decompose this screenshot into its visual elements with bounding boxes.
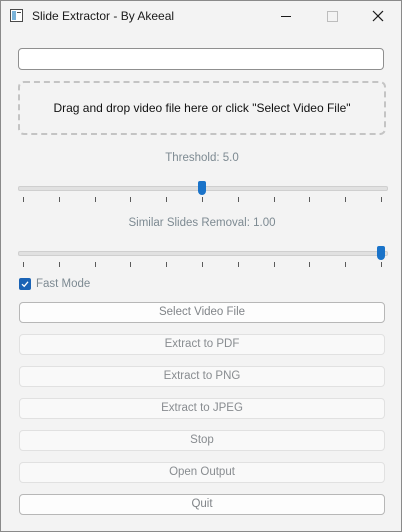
select-video-button[interactable]: Select Video File — [19, 302, 385, 323]
slider-track — [18, 251, 388, 256]
fast-mode-checkbox[interactable] — [19, 278, 31, 290]
similar-slides-label: Similar Slides Removal: 1.00 — [128, 217, 276, 229]
slider-tick — [274, 262, 275, 267]
minimize-icon — [281, 16, 291, 17]
video-path-input[interactable] — [18, 48, 384, 70]
slider-ticks — [18, 262, 386, 268]
title-bar[interactable]: Slide Extractor - By Akeeal — [1, 1, 401, 32]
slider-tick — [381, 262, 382, 267]
fast-mode-option[interactable]: Fast Mode — [19, 277, 90, 291]
slider-ticks — [18, 197, 386, 203]
stop-button[interactable]: Stop — [19, 430, 385, 451]
checkmark-icon — [21, 281, 29, 288]
app-window: Slide Extractor - By Akeeal Drag and dro… — [0, 0, 402, 532]
similar-slides-slider[interactable] — [18, 246, 388, 276]
slider-tick — [95, 197, 96, 202]
quit-button[interactable]: Quit — [19, 494, 385, 515]
maximize-icon — [327, 11, 338, 22]
threshold-label: Threshold: 5.0 — [165, 152, 239, 164]
slider-tick — [23, 262, 24, 267]
slider-tick — [309, 262, 310, 267]
slider-tick — [238, 197, 239, 202]
drop-zone-text: Drag and drop video file here or click "… — [53, 101, 351, 115]
extract-png-button[interactable]: Extract to PNG — [19, 366, 385, 387]
fast-mode-label: Fast Mode — [36, 278, 91, 290]
slider-tick — [309, 197, 310, 202]
slider-tick — [166, 197, 167, 202]
slider-tick — [202, 262, 203, 267]
slider-tick — [238, 262, 239, 267]
slider-tick — [166, 262, 167, 267]
slider-tick — [381, 197, 382, 202]
slider-tick — [130, 197, 131, 202]
open-output-button[interactable]: Open Output — [19, 462, 385, 483]
slider-tick — [95, 262, 96, 267]
slider-tick — [130, 262, 131, 267]
slider-handle[interactable] — [377, 246, 385, 260]
app-window-icon — [10, 9, 23, 22]
slider-tick — [345, 262, 346, 267]
drop-zone[interactable]: Drag and drop video file here or click "… — [18, 81, 386, 135]
window-title: Slide Extractor - By Akeeal — [32, 9, 175, 23]
extract-pdf-button[interactable]: Extract to PDF — [19, 334, 385, 355]
close-icon — [372, 10, 384, 22]
slider-tick — [202, 197, 203, 202]
slider-tick — [345, 197, 346, 202]
close-button[interactable] — [355, 1, 401, 32]
maximize-button[interactable] — [309, 1, 355, 32]
slider-tick — [274, 197, 275, 202]
threshold-slider[interactable] — [18, 181, 388, 211]
slider-tick — [23, 197, 24, 202]
minimize-button[interactable] — [263, 1, 309, 32]
slider-tick — [59, 262, 60, 267]
slider-tick — [59, 197, 60, 202]
slider-handle[interactable] — [198, 181, 206, 195]
extract-jpeg-button[interactable]: Extract to JPEG — [19, 398, 385, 419]
